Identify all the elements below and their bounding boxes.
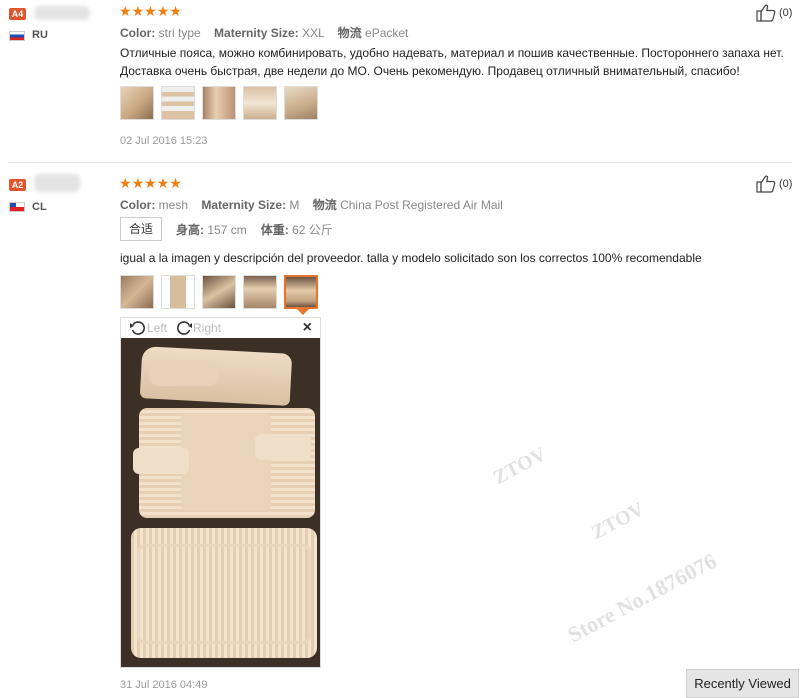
rotate-left-button[interactable]: Left (129, 320, 167, 336)
size-label: Maternity Size: (214, 26, 299, 40)
recently-viewed-button[interactable]: Recently Viewed (686, 669, 799, 698)
buyer-level-badge: A4 (9, 8, 26, 20)
shipping-value: China Post Registered Air Mail (340, 198, 503, 212)
review-photo-thumbnail[interactable] (243, 275, 277, 309)
thumbs-up-icon (756, 4, 776, 22)
weight-value: 62 公斤 (292, 222, 333, 237)
star-icon: ★ (131, 3, 145, 19)
rating-stars: ★★★★★ (119, 175, 182, 192)
buyer-level-badge: A2 (9, 179, 26, 191)
size-label: Maternity Size: (201, 198, 287, 212)
fit-info: 合适 身高: 157 cm 体重: 62 公斤 (120, 217, 333, 241)
rotate-right-label: Right (193, 321, 222, 335)
review-text: igual a la imagen y descripción del prov… (120, 251, 702, 265)
color-value: stri type (158, 26, 201, 40)
rotate-left-icon (130, 321, 145, 335)
rating-stars: ★★★★★ (119, 3, 182, 20)
star-icon: ★ (119, 175, 132, 191)
review-photo-thumbnail[interactable] (202, 275, 236, 309)
star-icon: ★ (144, 3, 157, 19)
like-count: (0) (779, 7, 793, 19)
like-count: (0) (779, 178, 793, 190)
star-icon: ★ (131, 175, 145, 191)
buyer-name-blurred (34, 174, 80, 192)
buyer-country: RU (32, 29, 48, 41)
rotate-right-button[interactable]: Right (175, 320, 221, 336)
weight-label: 体重: (260, 222, 289, 237)
photo-viewer: Left Right × (120, 317, 321, 668)
review-photo-thumbnail[interactable] (161, 86, 195, 120)
shipping-value: ePacket (365, 26, 409, 40)
review-date: 31 Jul 2016 04:49 (120, 679, 208, 691)
color-value: mesh (158, 198, 189, 212)
watermark: ZTOV (489, 443, 550, 489)
flag-cl-icon (9, 202, 25, 212)
watermark: ZTOV (587, 498, 648, 544)
star-icon: ★ (169, 3, 182, 19)
close-icon[interactable]: × (303, 319, 312, 337)
like-button[interactable]: (0) (756, 4, 792, 22)
review-photo-thumbnail[interactable] (120, 275, 154, 309)
color-label: Color: (120, 198, 156, 212)
size-value: M (289, 198, 300, 212)
review-photo-thumbnail[interactable] (161, 275, 195, 309)
star-icon: ★ (156, 3, 170, 19)
review-photo-thumbnail[interactable] (202, 86, 236, 120)
flag-ru-icon (9, 31, 25, 41)
review-divider (8, 162, 792, 163)
review-photo-thumbnail[interactable] (243, 86, 277, 120)
fit-tag: 合适 (120, 217, 163, 241)
review-photo-thumbnail[interactable] (120, 86, 154, 120)
review-photos (120, 86, 318, 120)
like-button[interactable]: (0) (756, 175, 792, 193)
watermark: Store No.1876076 (563, 547, 721, 648)
selected-pointer (297, 309, 309, 315)
review-photo-thumbnail-selected[interactable] (284, 275, 318, 309)
color-label: Color: (120, 26, 156, 40)
buyer-country: CL (32, 201, 47, 213)
review-photo-thumbnail[interactable] (284, 86, 318, 120)
height-label: 身高: (176, 222, 205, 237)
star-icon: ★ (144, 175, 157, 191)
rotate-left-label: Left (147, 321, 168, 335)
photo-viewer-image (121, 338, 320, 667)
review-photos (120, 275, 318, 309)
review-date: 02 Jul 2016 15:23 (120, 135, 208, 147)
shipping-label: 物流 (337, 26, 362, 40)
rotate-right-icon (177, 321, 193, 335)
review-text: Отличные пояса, можно комбинировать, удо… (120, 46, 784, 78)
star-icon: ★ (169, 175, 182, 191)
order-attributes: Color: stri type Maternity Size: XXL 物流 … (120, 24, 408, 41)
order-attributes: Color: mesh Maternity Size: M 物流 China P… (120, 196, 503, 213)
star-icon: ★ (119, 3, 132, 19)
size-value: XXL (302, 26, 325, 40)
buyer-name-blurred (34, 6, 90, 20)
viewer-toolbar: Left Right × (121, 318, 320, 338)
star-icon: ★ (156, 175, 170, 191)
height-value: 157 cm (207, 222, 247, 237)
thumbs-up-icon (756, 175, 776, 193)
shipping-label: 物流 (312, 198, 337, 212)
